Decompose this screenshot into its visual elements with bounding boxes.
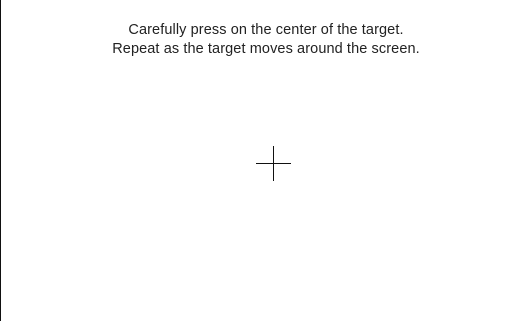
instruction-line-1: Carefully press on the center of the tar… bbox=[128, 22, 404, 38]
crosshair-icon bbox=[256, 146, 291, 181]
calibration-instructions: Carefully press on the center of the tar… bbox=[1, 21, 530, 59]
calibration-target[interactable] bbox=[256, 146, 291, 181]
calibration-screen: Carefully press on the center of the tar… bbox=[0, 0, 530, 321]
instruction-line-2: Repeat as the target moves around the sc… bbox=[112, 41, 420, 57]
